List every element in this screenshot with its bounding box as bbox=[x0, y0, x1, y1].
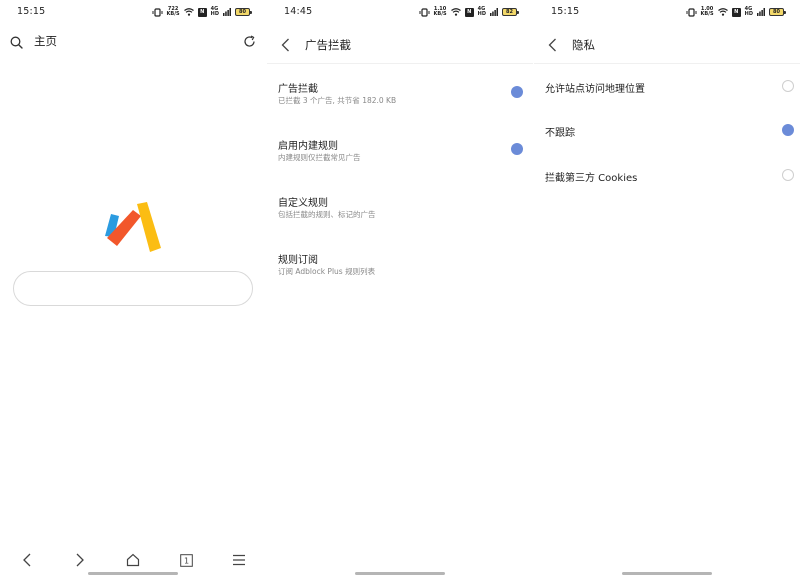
battery-icon: 80 bbox=[235, 8, 252, 16]
signal-4g-icon: 4G HD bbox=[744, 6, 753, 17]
setting-label: 自定义规则 bbox=[278, 198, 328, 209]
settings-header: 广告拦截 bbox=[267, 24, 533, 64]
setting-do-not-track[interactable]: 不跟踪 bbox=[545, 124, 794, 144]
network-speed: 722 KB/S bbox=[166, 6, 180, 17]
setting-label: 启用内建规则 bbox=[278, 141, 338, 152]
page-title: 主页 bbox=[34, 34, 57, 48]
signal-icon bbox=[757, 8, 765, 16]
home-indicator[interactable] bbox=[622, 572, 712, 575]
nfc-icon: N bbox=[731, 7, 741, 17]
toggle-builtin-rules[interactable] bbox=[511, 143, 523, 155]
setting-label: 允许站点访问地理位置 bbox=[545, 84, 645, 95]
browser-logo bbox=[105, 202, 161, 252]
setting-custom-rules[interactable]: 自定义规则 包括拦截的规则、标记的广告 bbox=[278, 194, 523, 234]
setting-description: 内建规则仅拦截常见广告 bbox=[278, 153, 361, 162]
setting-label: 拦截第三方 Cookies bbox=[545, 173, 638, 184]
setting-label: 不跟踪 bbox=[545, 128, 575, 139]
setting-description: 包括拦截的规则、标记的广告 bbox=[278, 210, 376, 219]
tabs-icon[interactable]: 1 bbox=[177, 551, 195, 569]
toggle-do-not-track[interactable] bbox=[782, 124, 794, 136]
status-bar: 15:15 722 KB/S N 4G HD 80 bbox=[0, 0, 266, 24]
wifi-icon bbox=[183, 8, 194, 16]
address-search-input[interactable] bbox=[13, 271, 253, 306]
refresh-icon[interactable] bbox=[243, 33, 256, 52]
page-title: 隐私 bbox=[572, 38, 595, 52]
setting-location-access[interactable]: 允许站点访问地理位置 bbox=[545, 80, 794, 100]
nfc-icon: N bbox=[464, 7, 474, 17]
forward-icon[interactable] bbox=[71, 551, 89, 569]
setting-adblock[interactable]: 广告拦截 已拦截 3 个广告, 共节省 182.0 KB bbox=[278, 80, 523, 120]
setting-block-third-party-cookies[interactable]: 拦截第三方 Cookies bbox=[545, 169, 794, 189]
back-arrow-icon[interactable] bbox=[548, 37, 557, 56]
wifi-icon bbox=[717, 8, 728, 16]
signal-icon bbox=[223, 8, 231, 16]
setting-label: 广告拦截 bbox=[278, 84, 318, 95]
status-time: 14:45 bbox=[284, 6, 313, 17]
menu-icon[interactable] bbox=[230, 551, 248, 569]
home-indicator[interactable] bbox=[355, 572, 445, 575]
home-indicator[interactable] bbox=[88, 572, 178, 575]
signal-icon bbox=[490, 8, 498, 16]
status-time: 15:15 bbox=[551, 6, 580, 17]
page-title: 广告拦截 bbox=[305, 38, 351, 52]
battery-icon: 80 bbox=[769, 8, 786, 16]
status-bar: 14:45 1.10 KB/S N 4G HD 82 bbox=[267, 0, 533, 24]
toggle-location-access[interactable] bbox=[782, 80, 794, 92]
nfc-icon: N bbox=[197, 7, 207, 17]
setting-label: 规则订阅 bbox=[278, 255, 318, 266]
home-screen: 15:15 722 KB/S N 4G HD 80 主页 1 bbox=[0, 0, 266, 577]
toggle-adblock[interactable] bbox=[511, 86, 523, 98]
toggle-block-third-party-cookies[interactable] bbox=[782, 169, 794, 181]
bottom-toolbar: 1 bbox=[0, 548, 266, 572]
signal-4g-icon: 4G HD bbox=[477, 6, 486, 17]
vibrate-icon bbox=[419, 7, 430, 17]
network-speed: 1.10 KB/S bbox=[433, 6, 447, 17]
settings-header: 隐私 bbox=[534, 24, 800, 64]
privacy-screen: 15:15 1.00 KB/S N 4G HD 80 隐私 允许站点访问地理位置 不… bbox=[534, 0, 800, 577]
battery-icon: 82 bbox=[502, 8, 519, 16]
network-speed: 1.00 KB/S bbox=[700, 6, 714, 17]
svg-text:1: 1 bbox=[183, 556, 188, 565]
setting-description: 订阅 Adblock Plus 规则列表 bbox=[278, 267, 376, 276]
adblock-screen: 14:45 1.10 KB/S N 4G HD 82 广告拦截 广告拦截 已拦截 3… bbox=[267, 0, 533, 577]
setting-builtin-rules[interactable]: 启用内建规则 内建规则仅拦截常见广告 bbox=[278, 137, 523, 177]
home-icon[interactable] bbox=[124, 551, 142, 569]
setting-rule-subscription[interactable]: 规则订阅 订阅 Adblock Plus 规则列表 bbox=[278, 251, 523, 291]
vibrate-icon bbox=[152, 7, 163, 17]
signal-4g-icon: 4G HD bbox=[210, 6, 219, 17]
search-icon[interactable] bbox=[10, 34, 23, 53]
status-bar: 15:15 1.00 KB/S N 4G HD 80 bbox=[534, 0, 800, 24]
vibrate-icon bbox=[686, 7, 697, 17]
wifi-icon bbox=[450, 8, 461, 16]
setting-description: 已拦截 3 个广告, 共节省 182.0 KB bbox=[278, 96, 397, 105]
back-icon[interactable] bbox=[18, 551, 36, 569]
back-arrow-icon[interactable] bbox=[281, 37, 290, 56]
status-time: 15:15 bbox=[17, 6, 46, 17]
home-top-bar: 主页 bbox=[10, 31, 256, 51]
